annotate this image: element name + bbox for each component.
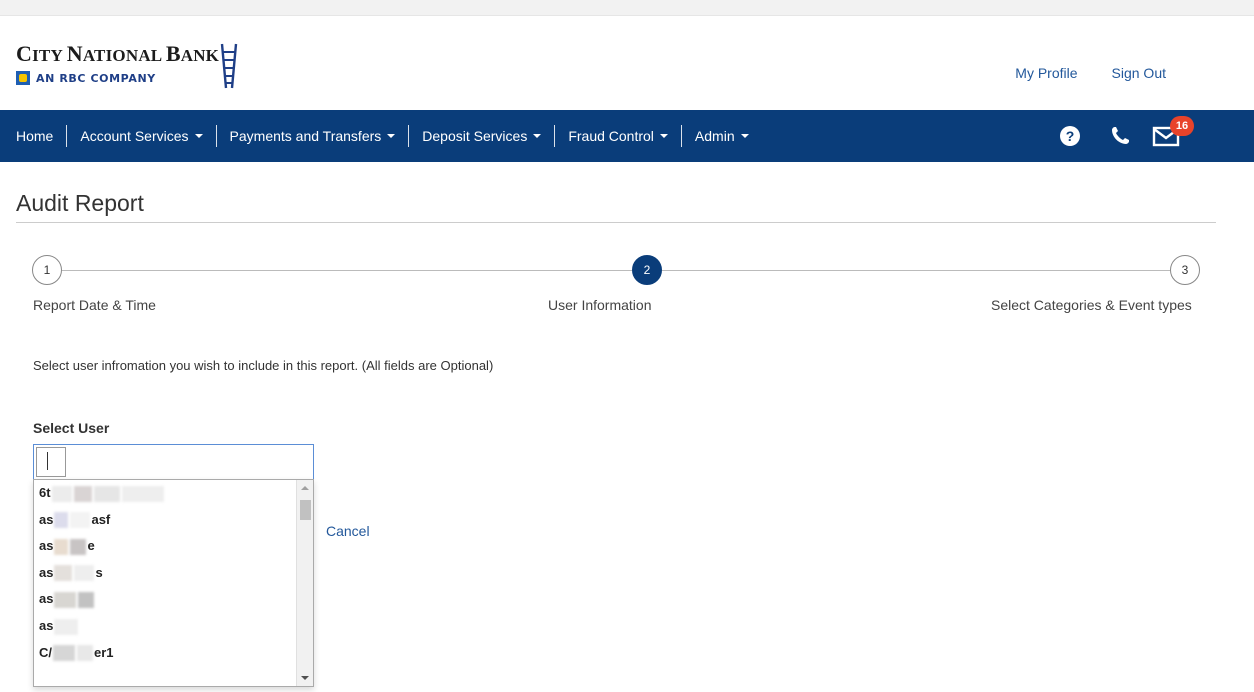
redacted-text: [54, 591, 77, 608]
select-user-combobox[interactable]: [33, 444, 314, 480]
user-dropdown-list[interactable]: 6t as asf as e as s as as C/er1: [33, 479, 314, 687]
redacted-text: [70, 538, 87, 555]
nav-home[interactable]: Home: [16, 110, 53, 162]
redacted-text: [121, 485, 164, 502]
cancel-link[interactable]: Cancel: [326, 523, 370, 539]
browser-top-strip: [0, 0, 1254, 16]
page-title: Audit Report: [16, 190, 144, 216]
nav-divider: [680, 125, 682, 147]
title-divider: [16, 222, 1216, 223]
caret-down-icon: [659, 134, 668, 138]
redacted-text: [53, 645, 75, 662]
nav-admin[interactable]: Admin: [695, 110, 749, 162]
scroll-down-arrow-icon[interactable]: [301, 676, 309, 680]
nav-deposit-services[interactable]: Deposit Services: [422, 110, 542, 162]
redacted-text: [54, 512, 69, 529]
phone-icon[interactable]: [1108, 124, 1132, 148]
step-connector: [662, 270, 1170, 271]
rbc-shield-icon: [16, 71, 30, 85]
nav-account-services[interactable]: Account Services: [80, 110, 203, 162]
list-item[interactable]: C/er1: [34, 640, 313, 667]
list-item[interactable]: 6t: [34, 480, 313, 507]
dropdown-scrollbar[interactable]: [296, 480, 313, 686]
list-item[interactable]: as: [34, 586, 313, 613]
question-circle-icon[interactable]: ?: [1060, 126, 1080, 146]
redacted-text: [78, 591, 95, 608]
step-1-label: Report Date & Time: [33, 297, 156, 313]
redacted-text: [54, 565, 73, 582]
redacted-text: [74, 565, 95, 582]
site-header: CITY NATIONAL BANK AN RBC COMPANY My Pro…: [0, 16, 1254, 110]
step-3-label: Select Categories & Event types: [991, 297, 1192, 313]
list-item[interactable]: as e: [34, 533, 313, 560]
caret-down-icon: [533, 134, 542, 138]
logo-wordmark: CITY NATIONAL BANK: [16, 41, 220, 66]
scroll-up-arrow-icon[interactable]: [301, 486, 309, 490]
nav-divider: [554, 125, 556, 147]
list-item[interactable]: as asf: [34, 507, 313, 534]
nav-payments-and-transfers[interactable]: Payments and Transfers: [230, 110, 396, 162]
step-connector: [62, 270, 632, 271]
nav-fraud-control[interactable]: Fraud Control: [568, 110, 668, 162]
caret-down-icon: [387, 134, 396, 138]
redacted-text: [73, 485, 92, 502]
caret-down-icon: [194, 134, 203, 138]
redacted-text: [54, 618, 79, 635]
nav-utility-icons: ? 16: [994, 110, 1254, 162]
caret-down-icon: [740, 134, 749, 138]
nav-divider: [215, 125, 217, 147]
main-nav: Home Account Services Payments and Trans…: [0, 110, 1254, 162]
redacted-text: [54, 538, 69, 555]
form-instructions: Select user infromation you wish to incl…: [33, 358, 494, 373]
user-search-input[interactable]: [36, 447, 66, 477]
text-cursor: [47, 452, 48, 470]
list-item[interactable]: as: [34, 613, 313, 640]
step-3-circle[interactable]: 3: [1170, 255, 1200, 285]
step-1-circle[interactable]: 1: [32, 255, 62, 285]
scroll-thumb[interactable]: [300, 500, 311, 520]
redacted-text: [51, 485, 72, 502]
my-profile-link[interactable]: My Profile: [1015, 65, 1077, 81]
step-2-label: User Information: [548, 297, 652, 313]
ladder-logo-icon: [220, 43, 238, 89]
nav-divider: [66, 125, 68, 147]
nav-divider: [408, 125, 410, 147]
redacted-text: [70, 512, 91, 529]
bank-logo[interactable]: CITY NATIONAL BANK AN RBC COMPANY: [16, 42, 219, 85]
logo-subtitle: AN RBC COMPANY: [16, 71, 219, 85]
step-2-circle: 2: [632, 255, 662, 285]
header-links: My Profile Sign Out: [1015, 65, 1166, 81]
select-user-label: Select User: [33, 420, 110, 436]
redacted-text: [77, 645, 93, 662]
mail-count-badge: 16: [1170, 116, 1194, 136]
list-item[interactable]: as s: [34, 560, 313, 587]
redacted-text: [93, 485, 120, 502]
sign-out-link[interactable]: Sign Out: [1112, 65, 1166, 81]
